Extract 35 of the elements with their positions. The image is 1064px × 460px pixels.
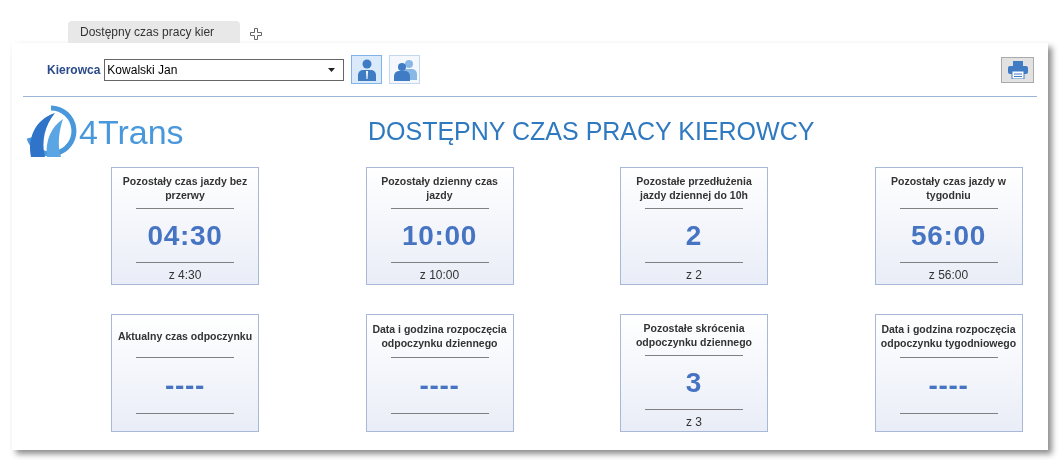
card-title: Pozostałe przedłużenia jazdy dziennej do 10h: [635, 174, 753, 203]
driver-mode-button[interactable]: [389, 55, 421, 84]
card-title: Pozostały czas jazdy bez przerwy: [121, 174, 249, 203]
tab[interactable]: Dostępny czas pracy kier: [68, 21, 240, 43]
logo: 4Trans: [25, 105, 325, 159]
card-total: z 4:30: [168, 267, 202, 284]
driver-label: Kierowca: [47, 61, 101, 79]
print-button[interactable]: [1001, 56, 1034, 83]
card-total: z 3: [686, 414, 702, 431]
card-title: Pozostałe skrócenia odpoczynku dziennego: [634, 321, 754, 350]
driver-dropdown[interactable]: Kowalski Jan: [104, 58, 345, 81]
card-value: ----: [928, 368, 969, 403]
card-total: z 10:00: [419, 267, 460, 284]
driver-mode-button[interactable]: [351, 55, 383, 84]
card-value: ----: [164, 368, 206, 403]
card-value: 04:30: [147, 218, 223, 253]
card-value: 3: [685, 365, 703, 400]
dropdown-caret-icon: [328, 67, 336, 72]
card-title: Data i godzina rozpoczęcia odpoczynku dziennego: [371, 322, 508, 350]
card-total: z 2: [686, 267, 702, 284]
printer-icon: [1007, 60, 1028, 79]
card-title: Data i godzina rozpoczęcia odpoczynku tygodniowego: [879, 322, 1018, 350]
card-title: Pozostały dzienny czas jazdy: [380, 174, 499, 203]
card-value: 10:00: [401, 218, 478, 253]
logo-icon: [25, 105, 77, 159]
card-value: 56:00: [910, 218, 987, 253]
card-total: z 56:00: [928, 267, 969, 284]
people-icon: [392, 58, 417, 81]
card-value: 2: [685, 218, 703, 253]
card-title: Pozostały czas jazdy w tygodniu: [890, 174, 1007, 203]
plus-icon[interactable]: [250, 28, 262, 40]
card-title: Aktualny czas odpoczynku: [116, 329, 254, 343]
card-value: ----: [419, 368, 460, 403]
person-icon: [357, 58, 376, 81]
page-title: DOSTĘPNY CZAS PRACY KIEROWCY: [368, 116, 815, 148]
